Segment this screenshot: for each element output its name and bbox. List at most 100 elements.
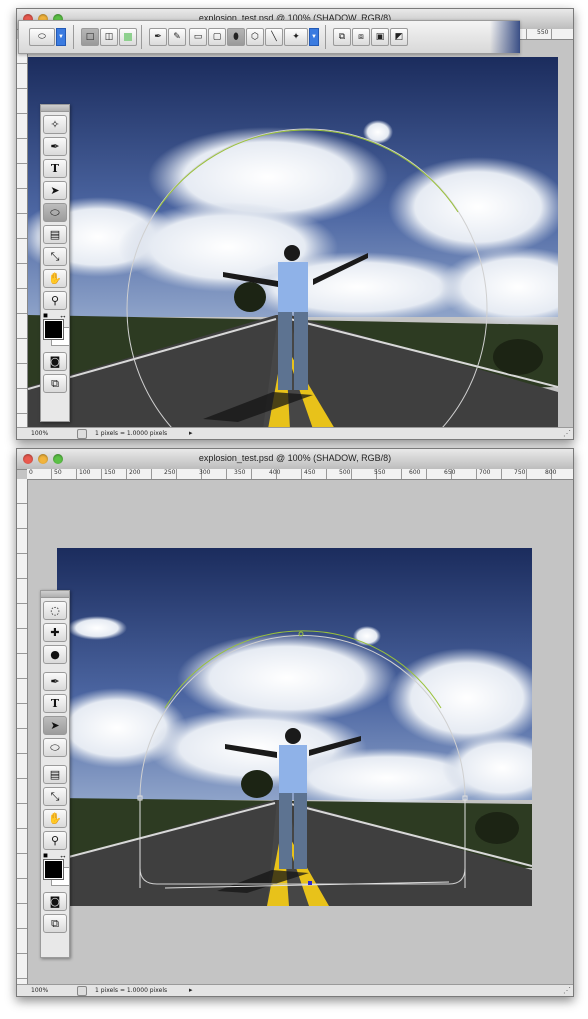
swap-colors-icon[interactable]: ↔ (59, 311, 67, 320)
path-selection-icon[interactable]: ➤ (43, 181, 67, 200)
magic-wand-icon[interactable]: ✧ (43, 115, 67, 134)
horizontal-ruler[interactable]: 0 50 100 150 200 250 300 350 400 450 500… (27, 469, 573, 480)
fill-pixels-icon[interactable] (119, 28, 137, 46)
zoom-level[interactable]: 100% (31, 430, 48, 437)
polygon-icon[interactable]: ⬡ (246, 28, 264, 46)
hand-icon[interactable]: ✋ (43, 809, 67, 828)
ruler-label: 800 (545, 469, 557, 476)
road-photo (57, 548, 532, 906)
screen-mode-icon[interactable]: ⧉ (43, 914, 67, 933)
rounded-rectangle-icon[interactable]: ▢ (208, 28, 226, 46)
status-button[interactable] (77, 986, 87, 996)
status-bar: 100% 1 pixels = 1.0000 pixels ▸ (17, 427, 573, 439)
freeform-pen-icon[interactable]: ✎ (168, 28, 186, 46)
burn-icon[interactable]: ● (43, 645, 67, 664)
status-bar: 100% 1 pixels = 1.0000 pixels ▸ (17, 984, 573, 996)
toolbox-grip[interactable] (41, 105, 69, 112)
color-swatches: ◼ ↔ (41, 851, 70, 886)
canvas-image[interactable] (28, 57, 558, 429)
ruler-label: 550 (537, 29, 549, 36)
separator (141, 25, 142, 49)
quick-mask-icon[interactable]: ◙ (43, 352, 67, 371)
eyedropper-icon[interactable]: ⤡ (43, 247, 67, 266)
pen-icon[interactable]: ✒ (43, 672, 67, 691)
eyedropper-icon[interactable]: ⤡ (43, 787, 67, 806)
document-window-top: explosion_test.psd @ 100% (SHADOW, RGB/8… (16, 8, 574, 440)
color-swatches: ◼ ↔ (41, 311, 70, 346)
resize-grip-icon[interactable]: ⋰ (563, 429, 571, 438)
shape-layers-icon[interactable]: □ (81, 28, 99, 46)
tool-preset-dropdown[interactable]: ▼ (56, 28, 66, 46)
type-icon[interactable]: T (43, 159, 67, 178)
title-bar[interactable]: explosion_test.psd @ 100% (SHADOW, RGB/8… (17, 449, 573, 470)
type-icon[interactable]: T (43, 694, 67, 713)
ruler-label: 100 (79, 469, 91, 476)
options-bar: ⬭ ▼ □ ◫ ✒ ✎ ▭ ▢ ⬮ ⬡ ╲ ✦ ▼ ⧉ ⧈ ▣ ◩ (18, 20, 520, 54)
default-colors-icon[interactable]: ◼ (43, 312, 48, 319)
ruler-label: 350 (234, 469, 246, 476)
canvas-image[interactable] (57, 548, 532, 906)
toolbox-top: ✧ ✒ T ➤ ⬭ ▤ ⤡ ✋ ⚲ ◼ ↔ ◙ ⧉ (40, 104, 70, 422)
zoom-icon[interactable]: ⚲ (43, 291, 67, 310)
ruler-label: 300 (199, 469, 211, 476)
document-info: 1 pixels = 1.0000 pixels (95, 430, 168, 437)
combine-add-icon[interactable]: ⧉ (333, 28, 351, 46)
paths-icon[interactable]: ◫ (100, 28, 118, 46)
ruler-label: 750 (514, 469, 526, 476)
notes-icon[interactable]: ▤ (43, 765, 67, 784)
status-menu-arrow-icon[interactable]: ▸ (189, 429, 193, 437)
separator (325, 25, 326, 49)
custom-shape-dropdown[interactable]: ▼ (309, 28, 319, 46)
document-info: 1 pixels = 1.0000 pixels (95, 987, 168, 994)
ruler-label: 550 (374, 469, 386, 476)
pen-icon[interactable]: ✒ (43, 137, 67, 156)
ellipse-shape-icon[interactable]: ⬭ (29, 28, 55, 46)
ruler-label: 500 (339, 469, 351, 476)
vertical-ruler[interactable] (17, 479, 28, 984)
zoom-icon[interactable]: ⚲ (43, 831, 67, 850)
swap-colors-icon[interactable]: ↔ (59, 851, 67, 860)
foreground-color[interactable] (43, 859, 64, 880)
combine-intersect-icon[interactable]: ▣ (371, 28, 389, 46)
vertical-ruler[interactable] (17, 39, 28, 427)
healing-icon[interactable]: ✚ (43, 623, 67, 642)
ruler-label: 400 (269, 469, 281, 476)
ellipse-icon[interactable]: ⬮ (227, 28, 245, 46)
ellipse-icon[interactable]: ⬭ (43, 203, 67, 222)
ruler-label: 0 (29, 469, 33, 476)
road-photo (28, 57, 558, 429)
status-button[interactable] (77, 429, 87, 439)
document-window-bottom: explosion_test.psd @ 100% (SHADOW, RGB/8… (16, 448, 574, 997)
combine-subtract-icon[interactable]: ⧈ (352, 28, 370, 46)
default-colors-icon[interactable]: ◼ (43, 852, 48, 859)
foreground-color[interactable] (43, 319, 64, 340)
hand-icon[interactable]: ✋ (43, 269, 67, 288)
resize-grip-icon[interactable]: ⋰ (563, 986, 571, 995)
ruler-label: 150 (104, 469, 116, 476)
ruler-label: 450 (304, 469, 316, 476)
path-selection-icon[interactable]: ➤ (43, 716, 67, 735)
options-bar-edge (490, 21, 520, 53)
pen-icon[interactable]: ✒ (149, 28, 167, 46)
quick-mask-icon[interactable]: ◙ (43, 892, 67, 911)
notes-icon[interactable]: ▤ (43, 225, 67, 244)
ruler-label: 250 (164, 469, 176, 476)
separator (73, 25, 74, 49)
toolbox-bottom: ◌ ✚ ● ✒ T ➤ ⬭ ▤ ⤡ ✋ ⚲ ◼ ↔ ◙ ⧉ (40, 590, 70, 958)
ruler-label: 600 (409, 469, 421, 476)
zoom-level[interactable]: 100% (31, 987, 48, 994)
document-title: explosion_test.psd @ 100% (SHADOW, RGB/8… (198, 453, 392, 463)
screen-mode-icon[interactable]: ⧉ (43, 374, 67, 393)
ruler-label: 200 (129, 469, 141, 476)
ruler-label: 700 (479, 469, 491, 476)
ellipse-icon[interactable]: ⬭ (43, 738, 67, 757)
ruler-label: 50 (54, 469, 62, 476)
combine-exclude-icon[interactable]: ◩ (390, 28, 408, 46)
rectangle-icon[interactable]: ▭ (189, 28, 207, 46)
toolbox-grip[interactable] (41, 591, 69, 598)
custom-shape-icon[interactable]: ✦ (284, 28, 308, 46)
ruler-label: 650 (444, 469, 456, 476)
line-icon[interactable]: ╲ (265, 28, 283, 46)
lasso-icon[interactable]: ◌ (43, 601, 67, 620)
status-menu-arrow-icon[interactable]: ▸ (189, 986, 193, 994)
